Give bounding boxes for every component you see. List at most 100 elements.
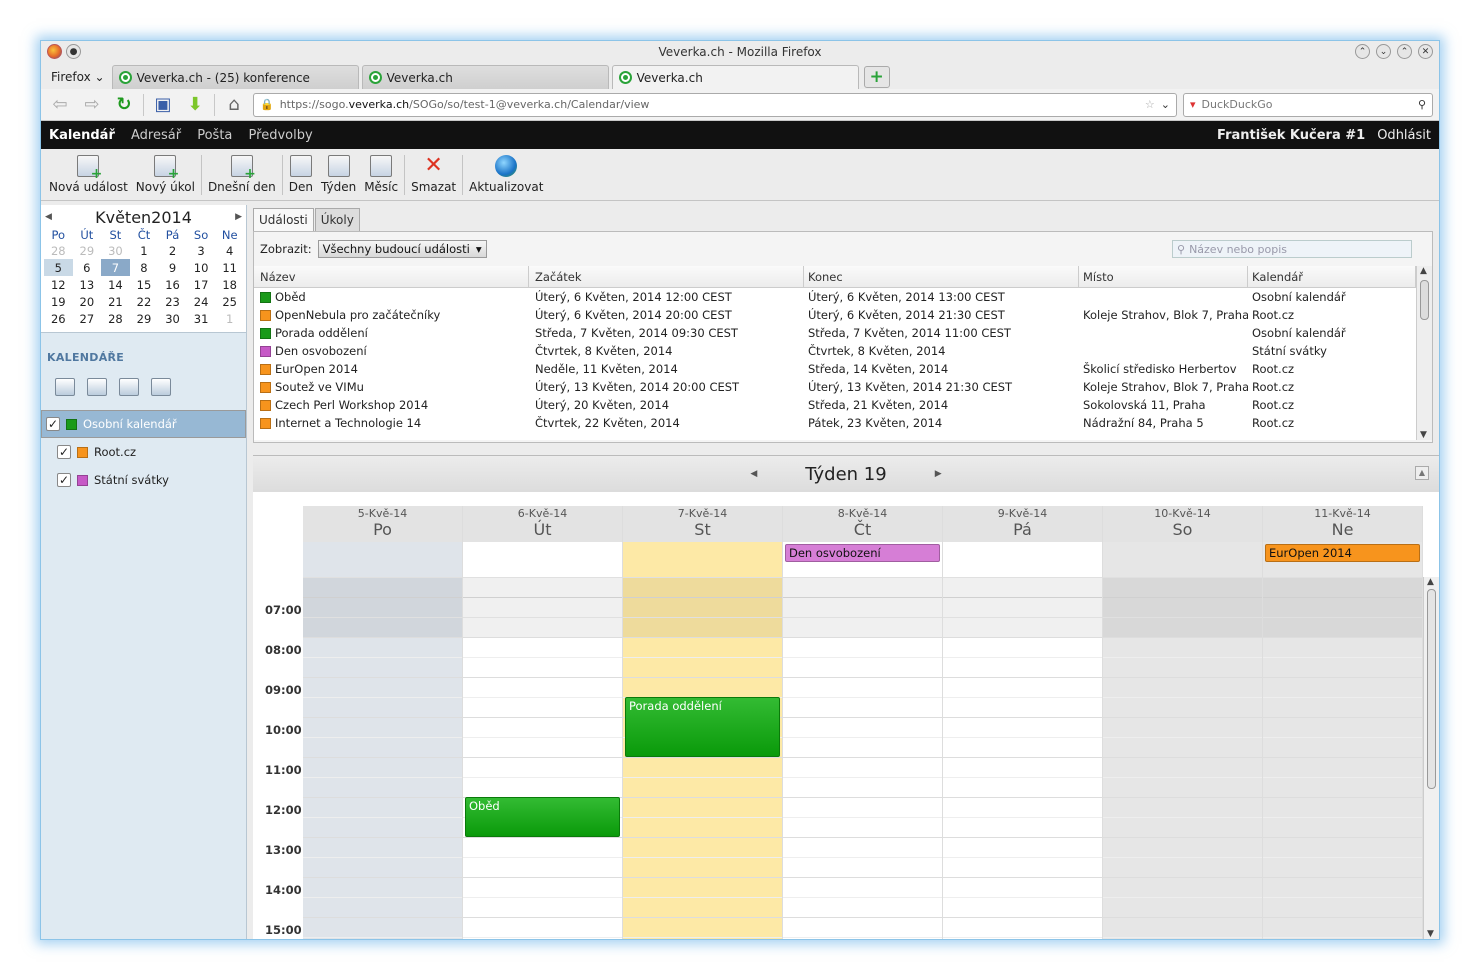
mini-day[interactable]: 28 [101,310,130,327]
collapse-icon[interactable]: ▲ [1415,466,1429,480]
mini-day[interactable]: 25 [215,293,244,310]
calendar-event[interactable]: Porada oddělení [625,697,780,757]
mini-day[interactable]: 24 [187,293,216,310]
new-task-button[interactable]: Nový úkol [132,155,199,194]
mini-day[interactable]: 27 [73,310,102,327]
table-row[interactable]: Soutež ve VIMu Úterý, 13 Květen, 2014 20:… [254,378,1416,396]
mini-day[interactable]: 19 [44,293,73,310]
maximize-icon[interactable]: ⌃ [1397,44,1412,59]
new-event-button[interactable]: Nová událost [45,155,132,194]
browser-tab-2[interactable]: Veverka.ch [361,65,609,89]
mini-day[interactable]: 14 [101,276,130,293]
mini-day[interactable]: 4 [215,242,244,259]
tab-tasks[interactable]: Úkoly [314,208,360,231]
binoculars-icon[interactable]: ⚲ [1418,98,1426,111]
refresh-button[interactable]: Aktualizovat [465,155,547,194]
mini-day[interactable]: 1 [130,242,159,259]
close-icon[interactable]: ✕ [1418,44,1433,59]
home-icon[interactable]: ⌂ [221,93,247,117]
calendar-item-rootcz[interactable]: ✓ Root.cz [41,438,246,466]
mini-day[interactable]: 12 [44,276,73,293]
delete-button[interactable]: ✕ Smazat [407,155,460,195]
mini-day[interactable]: 8 [130,259,159,276]
mini-day[interactable]: 15 [130,276,159,293]
all-day-cell[interactable] [943,542,1103,577]
all-day-cell[interactable]: EurOpen 2014 [1263,542,1423,577]
mini-day[interactable]: 23 [158,293,187,310]
window-menu-icon[interactable]: ● [66,44,81,59]
day-header[interactable]: 9-Kvě-14 Pá [943,506,1103,542]
column-header-location[interactable]: Místo [1079,266,1248,288]
day-header[interactable]: 10-Kvě-14 So [1103,506,1263,542]
mini-day[interactable]: 29 [73,242,102,259]
add-calendar-icon[interactable] [55,378,75,396]
table-row[interactable]: OpenNebula pro začátečníky Úterý, 6 Květe… [254,306,1416,324]
mini-day[interactable]: 22 [130,293,159,310]
new-tab-button[interactable]: + [863,66,890,88]
mini-day[interactable]: 30 [101,242,130,259]
scroll-thumb[interactable] [1427,589,1436,789]
day-header[interactable]: 5-Kvě-14 Po [303,506,463,542]
all-day-cell[interactable] [303,542,463,577]
prev-week-icon[interactable]: ◀ [750,469,757,479]
day-column[interactable]: Porada oddělení [623,577,783,939]
prev-month-icon[interactable]: ◀ [45,212,52,222]
table-row[interactable]: EurOpen 2014 Neděle, 11 Květen, 2014 Střed… [254,360,1416,378]
firefox-menu-button[interactable]: Firefox ⌄ [47,65,109,89]
day-header[interactable]: 6-Kvě-14 Út [463,506,623,542]
bookmark-star-icon[interactable]: ☆ [1145,98,1155,111]
column-header-end[interactable]: Konec [804,266,1079,288]
mini-day[interactable]: 13 [73,276,102,293]
all-day-cell[interactable] [623,542,783,577]
day-header[interactable]: 8-Kvě-14 Čt [783,506,943,542]
table-row[interactable]: Czech Perl Workshop 2014 Úterý, 20 Květen… [254,396,1416,414]
table-row[interactable]: Oběd Úterý, 6 Květen, 2014 12:00 CEST Úter… [254,288,1416,306]
day-header[interactable]: 11-Kvě-14 Ne [1263,506,1423,542]
search-engine-icon[interactable]: ▾ [1190,98,1196,111]
month-name[interactable]: Květen [95,208,151,227]
day-column[interactable]: Oběd [463,577,623,939]
mini-day[interactable]: 3 [187,242,216,259]
mini-day[interactable]: 28 [44,242,73,259]
mini-day[interactable]: 5 [44,259,73,276]
events-scrollbar[interactable]: ▲ ▼ [1416,266,1432,440]
forward-arrow-icon[interactable]: ⇨ [79,93,105,117]
mini-day[interactable]: 1 [215,310,244,327]
chevron-down-icon[interactable]: ⌄ [1161,98,1170,111]
year-name[interactable]: 2014 [151,208,192,227]
browser-tab-1[interactable]: Veverka.ch - (25) konference [111,65,359,89]
scroll-down-icon[interactable]: ▼ [1427,929,1434,939]
event-search-input[interactable]: ⚲ Název nebo popis [1172,240,1412,258]
nav-preferences[interactable]: Předvolby [249,128,313,143]
browser-tab-3[interactable]: Veverka.ch [611,65,859,89]
grid-scrollbar[interactable]: ▲ ▼ [1423,577,1439,939]
mini-day[interactable]: 18 [215,276,244,293]
all-day-cell[interactable] [463,542,623,577]
mini-day[interactable]: 11 [215,259,244,276]
url-bar[interactable]: 🔒 https://sogo.veverka.ch/SOGo/so/test-1… [253,92,1177,117]
nav-calendar[interactable]: Kalendář [49,128,115,143]
all-day-event[interactable]: EurOpen 2014 [1265,544,1420,562]
mini-day[interactable]: 9 [158,259,187,276]
week-view-button[interactable]: Týden [317,155,360,194]
delete-calendar-icon[interactable] [151,378,171,396]
firefox-logo-icon[interactable] [47,44,62,59]
mini-day[interactable]: 16 [158,276,187,293]
keep-above-icon[interactable]: ⌃ [1355,44,1370,59]
filter-select[interactable]: Všechny budoucí události ▾ [317,240,487,258]
nav-addressbook[interactable]: Adresář [131,128,181,143]
day-column[interactable] [1263,577,1423,939]
mini-day[interactable]: 30 [158,310,187,327]
search-box[interactable]: ▾ DuckDuckGo ⚲ [1183,92,1433,117]
column-header-calendar[interactable]: Kalendář [1248,266,1416,288]
day-column[interactable] [943,577,1103,939]
mini-day[interactable]: 10 [187,259,216,276]
mini-day[interactable]: 31 [187,310,216,327]
reload-icon[interactable]: ↻ [111,93,137,117]
mini-day[interactable]: 6 [73,259,102,276]
scroll-up-icon[interactable]: ▲ [1420,266,1427,276]
subscribe-calendar-icon[interactable] [87,378,107,396]
back-arrow-icon[interactable]: ⇦ [47,93,73,117]
day-view-button[interactable]: Den [285,155,317,194]
day-column[interactable] [1103,577,1263,939]
